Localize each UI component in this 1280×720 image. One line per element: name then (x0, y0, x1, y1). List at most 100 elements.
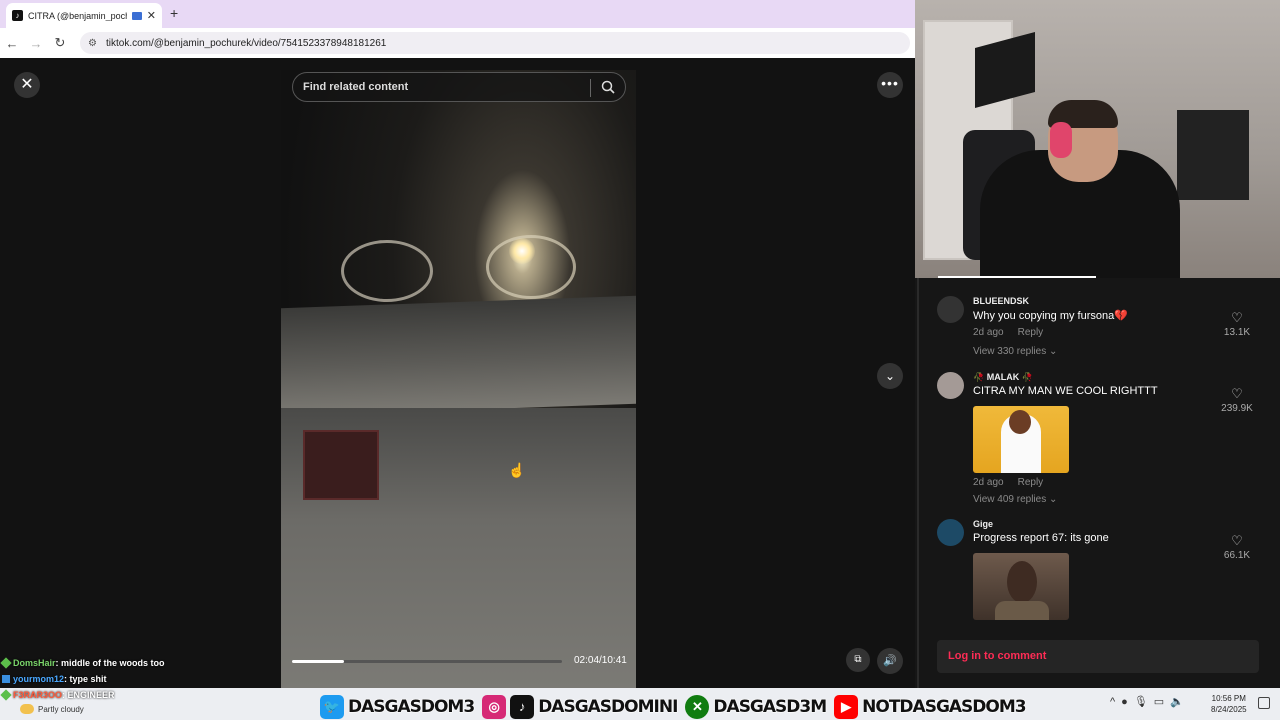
notification-icon[interactable] (1258, 697, 1270, 709)
chat-message: DomsHair: middle of the woods too (0, 657, 262, 669)
youtube-icon: ▶ (834, 694, 859, 719)
avatar[interactable] (937, 296, 964, 323)
search-divider (590, 79, 591, 97)
reply-button[interactable]: Reply (1018, 327, 1044, 338)
webcam-headphone (1050, 122, 1072, 158)
weather-icon (20, 704, 34, 714)
video-scene-box (303, 430, 379, 500)
video-progress-bar[interactable] (292, 660, 562, 663)
next-video-button[interactable]: ⌄ (877, 363, 903, 389)
chat-username: F3RAR3OO (13, 690, 63, 700)
tab-title: CITRA (@benjamin_pochurek) (28, 10, 127, 21)
tiktok-handle: DASGASDOMINI (538, 696, 679, 717)
comments-panel[interactable]: BLUEENDSK Why you copying my fursona💔 2d… (915, 278, 1280, 688)
heart-icon[interactable]: ♡ (1217, 311, 1257, 325)
avatar[interactable] (937, 372, 964, 399)
speaker-icon[interactable]: 🔈 (1170, 696, 1190, 708)
cast-icon (131, 11, 142, 20)
browser-tab[interactable]: ♪ CITRA (@benjamin_pochurek) ✕ (6, 3, 162, 28)
login-to-comment-button[interactable]: Log in to comment (937, 640, 1259, 673)
comment-gif[interactable] (973, 553, 1069, 620)
chat-text: : middle of the woods too (55, 658, 165, 668)
site-info-icon[interactable]: ⚙ (88, 38, 98, 49)
comment-item: Gige Progress report 67: its gone ♡ 66.1… (937, 519, 1257, 621)
video-scene-table (281, 295, 636, 417)
like-button[interactable]: ♡ 66.1K (1217, 534, 1257, 562)
like-count: 66.1K (1223, 550, 1251, 561)
comment-author[interactable]: 🥀 MALAK 🥀 (973, 372, 1033, 383)
comments-scrollbar[interactable] (917, 278, 919, 688)
microphone-icon[interactable]: 🎙 (1134, 696, 1154, 708)
find-related-search[interactable]: Find related content (292, 72, 626, 102)
twitter-icon: 🐦 (320, 694, 344, 719)
comment-author[interactable]: BLUEENDSK (973, 296, 1029, 306)
chat-message: F3RAR3OO: ENGINEER (0, 689, 262, 701)
search-icon[interactable] (601, 80, 615, 94)
back-arrow-icon[interactable]: ← (0, 36, 24, 51)
search-placeholder: Find related content (303, 81, 409, 93)
more-options-button[interactable]: ••• (877, 72, 903, 98)
xbox-icon: ✕ (685, 694, 710, 719)
view-replies-button[interactable]: View 409 replies ⌄ (973, 494, 1057, 505)
like-count: 13.1K (1223, 327, 1251, 338)
address-bar: ← → ↻ ⚙ tiktok.com/@benjamin_pochurek/vi… (0, 28, 915, 58)
video-timecode: 02:04/10:41 (574, 655, 627, 666)
tiktok-icon: ♪ (12, 10, 23, 21)
url-field[interactable]: ⚙ tiktok.com/@benjamin_pochurek/video/75… (80, 32, 910, 54)
close-video-button[interactable]: ✕ (14, 72, 40, 98)
tiktok-icon: ♪ (510, 694, 535, 719)
url-text: tiktok.com/@benjamin_pochurek/video/7541… (106, 37, 387, 49)
xbox-handle: DASGASD3M (713, 696, 828, 717)
video-scene-light (509, 238, 535, 264)
app-tray-icon[interactable]: ● (1121, 696, 1134, 708)
browser-tab-bar: ♪ CITRA (@benjamin_pochurek) ✕ + (0, 0, 915, 28)
chat-username: yourmom12 (13, 674, 65, 684)
picture-in-picture-icon[interactable]: ⧉ (846, 648, 870, 672)
chevron-up-icon[interactable]: ^ (1110, 696, 1121, 708)
close-tab-icon[interactable]: ✕ (147, 9, 156, 22)
reply-button[interactable]: Reply (1018, 477, 1044, 488)
system-tray[interactable]: ^●🎙▭🔈 (1110, 695, 1190, 708)
network-icon[interactable]: ▭ (1154, 696, 1170, 708)
heart-icon[interactable]: ♡ (1217, 534, 1257, 548)
chat-message: yourmom12: type shit (2, 674, 262, 684)
view-replies-button[interactable]: View 330 replies ⌄ (973, 346, 1057, 357)
mouse-cursor-icon: ☝ (508, 462, 526, 478)
video-scene-coil-left (341, 240, 433, 302)
like-button[interactable]: ♡ 13.1K (1217, 311, 1257, 339)
weather-widget[interactable]: Partly cloudy (20, 704, 84, 714)
comment-gif[interactable] (973, 406, 1069, 473)
comment-time: 2d ago (973, 327, 1004, 338)
new-tab-button[interactable]: + (170, 5, 178, 21)
video-frame[interactable] (281, 70, 636, 688)
heart-icon[interactable]: ♡ (1217, 387, 1257, 401)
reload-icon[interactable]: ↻ (48, 35, 72, 51)
social-banner: 🐦 DASGASDOM3 ◎ ♪ DASGASDOMINI ✕ DASGASD3… (320, 693, 1034, 720)
comment-item: 🥀 MALAK 🥀 CITRA MY MAN WE COOL RIGHTTT 2… (937, 372, 1257, 507)
webcam-overlay (915, 0, 1280, 278)
taskbar-clock[interactable]: 10:56 PM 8/24/2025 (1211, 693, 1247, 715)
instagram-icon: ◎ (482, 694, 507, 719)
clock-time: 10:56 PM (1211, 694, 1246, 703)
comment-meta: 2d ago Reply (973, 477, 1043, 488)
chat-text: : ENGINEER (62, 690, 115, 700)
twitter-handle: DASGASDOM3 (347, 696, 475, 717)
chat-text: : type shit (64, 674, 107, 684)
youtube-handle: NOTDASGASDOM3 (862, 696, 1027, 717)
chat-badge-icon (0, 657, 12, 669)
avatar[interactable] (937, 519, 964, 546)
volume-icon[interactable]: 🔊 (877, 648, 903, 674)
comment-author[interactable]: Gige (973, 519, 993, 529)
chat-badge-icon (0, 689, 12, 701)
comment-meta: 2d ago Reply (973, 327, 1043, 338)
comment-time: 2d ago (973, 477, 1004, 488)
comment-text: CITRA MY MAN WE COOL RIGHTTT (973, 385, 1158, 397)
comment-text: Progress report 67: its gone (973, 532, 1109, 544)
gif-face (1009, 410, 1031, 434)
video-stage: ✕ ••• ⌄ Find related content 02:04/10:41… (0, 58, 915, 688)
like-button[interactable]: ♡ 239.9K (1217, 387, 1257, 415)
screen: ♪ CITRA (@benjamin_pochurek) ✕ + ← → ↻ ⚙… (0, 0, 1280, 720)
gif-face (1007, 561, 1037, 603)
forward-arrow-icon[interactable]: → (24, 36, 48, 51)
comment-item: BLUEENDSK Why you copying my fursona💔 2d… (937, 296, 1257, 366)
